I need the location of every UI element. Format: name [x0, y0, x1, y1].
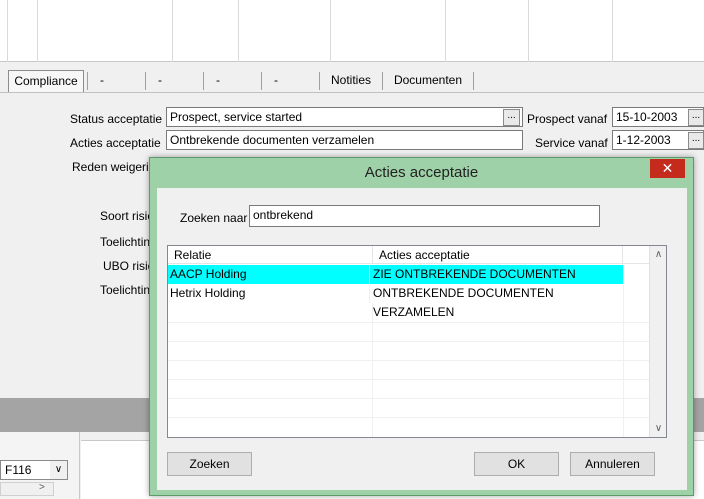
tab-blank-1[interactable]: -: [88, 70, 116, 92]
column-header-filler: [623, 246, 650, 264]
scroll-down-icon[interactable]: ∨: [650, 420, 666, 437]
tab-separator: [319, 72, 320, 90]
cell-relatie: Hetrix Holding: [170, 284, 370, 303]
toelichting-label-1: Toelichting: [100, 235, 150, 249]
scroll-up-icon[interactable]: ∧: [650, 246, 666, 263]
scroll-right-icon[interactable]: >: [39, 482, 45, 493]
acties-acceptatie-field[interactable]: Ontbrekende documenten verzamelen: [166, 130, 523, 150]
annuleren-button[interactable]: Annuleren: [570, 452, 655, 476]
service-vanaf-browse-button[interactable]: ...: [688, 132, 704, 149]
tab-blank-2[interactable]: -: [146, 70, 174, 92]
tab-separator: [382, 72, 383, 90]
dialog-title: Acties acceptatie: [364, 164, 479, 181]
row-divider: [168, 379, 650, 380]
top-record-grid: [0, 0, 704, 62]
row-divider: [168, 341, 650, 342]
grid-column-line: [238, 0, 239, 62]
horizontal-scrollbar[interactable]: >: [0, 482, 54, 496]
soort-risico-label: Soort risico: [100, 209, 150, 223]
status-acceptatie-browse-button[interactable]: ...: [503, 109, 520, 126]
grid-column-line: [172, 0, 173, 62]
record-combo-value: F116: [5, 463, 32, 477]
row-divider: [168, 322, 650, 323]
prospect-vanaf-browse-button[interactable]: ...: [688, 109, 704, 126]
list-row[interactable]: Hetrix Holding ONTBREKENDE DOCUMENTEN VE…: [168, 284, 623, 319]
row-divider: [168, 417, 650, 418]
status-acceptatie-field[interactable]: Prospect, service started: [166, 107, 523, 127]
acties-acceptatie-label: Acties acceptatie: [70, 136, 161, 150]
vertical-scrollbar[interactable]: ∧ ∨: [649, 246, 666, 437]
tab-notities[interactable]: Notities: [322, 70, 380, 92]
grid-column-line: [330, 0, 331, 62]
service-vanaf-label: Service vanaf: [535, 136, 608, 150]
grid-column-line: [445, 0, 446, 62]
cell-relatie: AACP Holding: [170, 265, 370, 284]
list-row-selected[interactable]: AACP Holding ZIE ONTBREKENDE DOCUMENTEN: [168, 265, 623, 284]
column-header-acties[interactable]: Acties acceptatie: [373, 246, 623, 264]
toelichting-label-2: Toelichting: [100, 283, 150, 297]
status-acceptatie-label: Status acceptatie: [70, 112, 163, 126]
ok-button[interactable]: OK: [474, 452, 559, 476]
reden-weigering-label: Reden weigering: [72, 160, 150, 174]
grid-column-line: [7, 0, 8, 62]
zoeken-button[interactable]: Zoeken: [167, 452, 252, 476]
tab-separator: [473, 72, 474, 90]
acties-acceptatie-dialog: Acties acceptatie ✕ Zoeken naar ontbreke…: [149, 157, 694, 496]
ubo-risico-label: UBO risico: [103, 259, 150, 273]
tab-blank-3[interactable]: -: [204, 70, 232, 92]
dialog-body: Zoeken naar ontbrekend Relatie Acties ac…: [157, 188, 687, 490]
search-input[interactable]: ontbrekend: [249, 205, 600, 227]
tab-documenten[interactable]: Documenten: [386, 70, 470, 92]
cell-actie: ONTBREKENDE DOCUMENTEN VERZAMELEN: [373, 286, 554, 319]
results-list[interactable]: Relatie Acties acceptatie AACP Holding Z…: [167, 245, 667, 438]
close-icon[interactable]: ✕: [650, 159, 685, 178]
grid-column-line: [528, 0, 529, 62]
row-divider: [168, 360, 650, 361]
tab-compliance[interactable]: Compliance: [8, 70, 84, 92]
prospect-vanaf-label: Prospect vanaf: [527, 112, 608, 126]
column-divider: [623, 265, 624, 437]
column-header-relatie[interactable]: Relatie: [168, 246, 373, 264]
cell-actie: ZIE ONTBREKENDE DOCUMENTEN: [373, 267, 576, 281]
tab-blank-4[interactable]: -: [262, 70, 290, 92]
grid-column-line: [612, 0, 613, 62]
row-divider: [168, 398, 650, 399]
tab-strip-border: [0, 92, 704, 93]
grid-column-line: [37, 0, 38, 62]
chevron-down-icon[interactable]: ∨: [50, 461, 67, 479]
search-label: Zoeken naar: [180, 211, 248, 225]
